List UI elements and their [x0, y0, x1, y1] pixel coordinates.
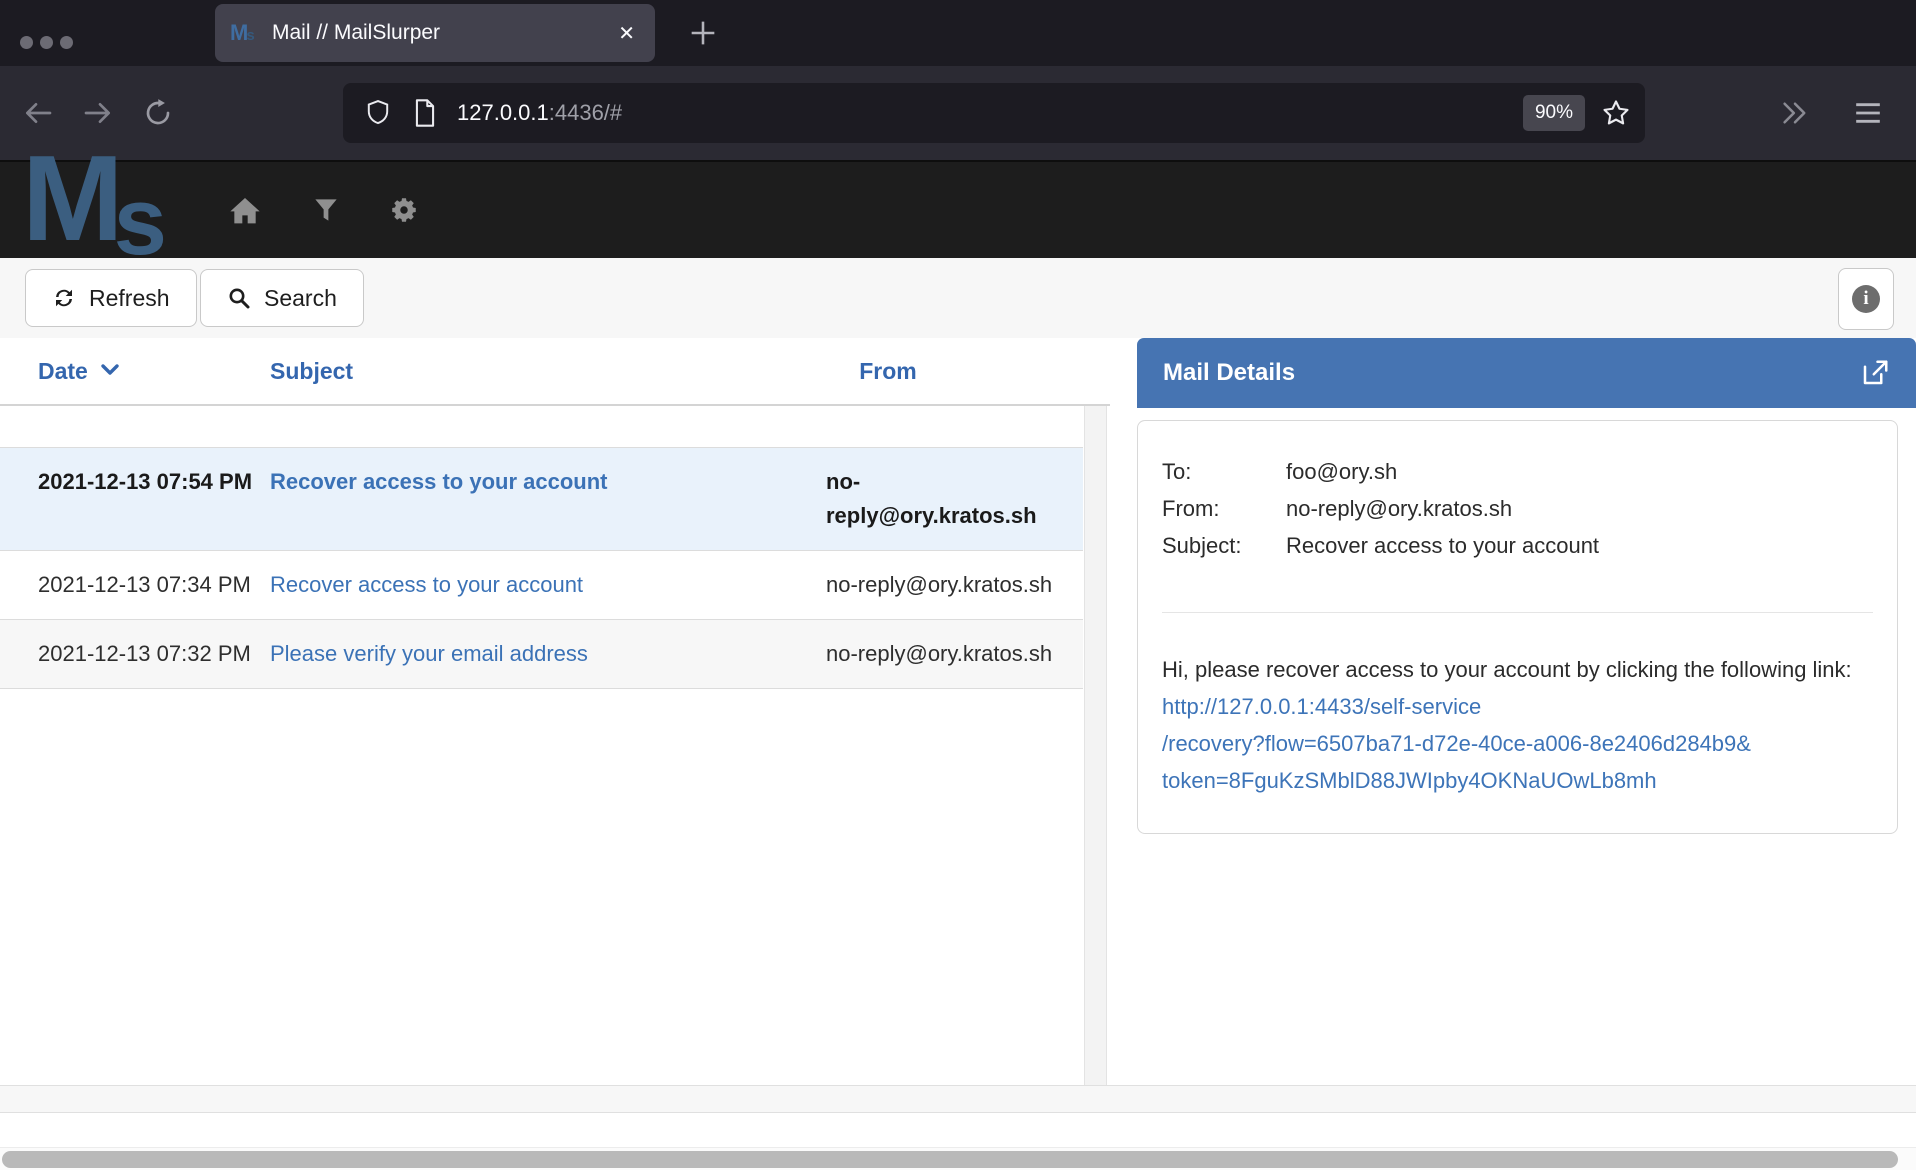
- horizontal-scrollbar-thumb[interactable]: [2, 1151, 1898, 1168]
- browser-tab-bar: Ms Mail // MailSlurper ✕: [0, 0, 1916, 66]
- tab-close-icon[interactable]: ✕: [618, 21, 635, 46]
- table-row[interactable]: 2021-12-13 07:34 PM Recover access to yo…: [0, 551, 1083, 620]
- recovery-link[interactable]: http://127.0.0.1:4433/self-service/recov…: [1162, 694, 1868, 799]
- cell-from: no-reply@ory.kratos.sh: [826, 465, 1057, 533]
- mail-list-header: Date Subject From: [0, 338, 1110, 406]
- bookmark-star-icon[interactable]: [1601, 98, 1631, 128]
- url-text[interactable]: 127.0.0.1:4436/#: [457, 100, 1523, 126]
- window-controls[interactable]: [20, 36, 73, 49]
- cell-subject: Please verify your email address: [270, 637, 826, 671]
- screen: Ms Mail // MailSlurper ✕ 127.0.0.1:4436/…: [0, 0, 1916, 1170]
- horizontal-scrollbar-track[interactable]: [0, 1147, 1916, 1170]
- search-label: Search: [264, 285, 337, 312]
- window-control-dot[interactable]: [60, 36, 73, 49]
- meta-from: From: no-reply@ory.kratos.sh: [1162, 490, 1873, 527]
- list-scrollbar-track[interactable]: [1084, 406, 1107, 1085]
- app-toolbar: Refresh Search i: [0, 258, 1916, 338]
- mail-subject-link[interactable]: Recover access to your account: [270, 572, 583, 597]
- from-label: From:: [1162, 490, 1286, 527]
- mail-details-panel: Mail Details To: foo@ory.sh From: no-rep…: [1110, 338, 1916, 1085]
- mailslurper-header: Ms: [0, 160, 1916, 258]
- cell-from: no-reply@ory.kratos.sh: [826, 637, 1057, 671]
- search-icon: [227, 286, 251, 310]
- to-label: To:: [1162, 453, 1286, 490]
- refresh-button[interactable]: Refresh: [25, 269, 197, 327]
- meta-to: To: foo@ory.sh: [1162, 453, 1873, 490]
- url-bar[interactable]: 127.0.0.1:4436/# 90%: [343, 83, 1645, 143]
- reload-icon[interactable]: [142, 97, 174, 129]
- refresh-icon: [52, 286, 76, 310]
- cell-subject: Recover access to your account: [270, 465, 826, 533]
- window-control-dot[interactable]: [40, 36, 53, 49]
- page-info-icon[interactable]: [413, 98, 437, 128]
- new-tab-button[interactable]: [686, 16, 720, 50]
- mail-details-header: Mail Details: [1137, 338, 1916, 408]
- mail-subject-link[interactable]: Please verify your email address: [270, 641, 588, 666]
- logo-m: M: [22, 130, 120, 266]
- url-host: 127.0.0.1: [457, 100, 549, 125]
- main-content: Date Subject From 2021-12-13 07:54 PM Re…: [0, 338, 1916, 1085]
- mail-details-card: To: foo@ory.sh From: no-reply@ory.kratos…: [1137, 420, 1898, 834]
- cell-subject: Recover access to your account: [270, 568, 826, 602]
- refresh-label: Refresh: [89, 285, 170, 312]
- to-value: foo@ory.sh: [1286, 453, 1397, 490]
- mailslurper-logo: Ms: [22, 150, 167, 270]
- table-row[interactable]: 2021-12-13 07:54 PM Recover access to yo…: [0, 448, 1083, 551]
- mail-body: Hi, please recover access to your accoun…: [1162, 651, 1868, 799]
- browser-tab[interactable]: Ms Mail // MailSlurper ✕: [215, 4, 655, 62]
- mail-list-panel: Date Subject From 2021-12-13 07:54 PM Re…: [0, 338, 1110, 1085]
- home-icon[interactable]: [229, 195, 261, 225]
- filter-icon[interactable]: [313, 196, 339, 224]
- footer-strip-white: [0, 1114, 1916, 1147]
- sort-desc-chevron-icon: [100, 362, 120, 378]
- card-divider: [1162, 612, 1873, 613]
- open-external-icon[interactable]: [1860, 358, 1890, 388]
- search-button[interactable]: Search: [200, 269, 364, 327]
- browser-nav-bar: 127.0.0.1:4436/# 90%: [0, 66, 1916, 160]
- url-path: :4436/#: [549, 100, 622, 125]
- meta-subject: Subject: Recover access to your account: [1162, 527, 1873, 564]
- forward-icon[interactable]: [82, 97, 114, 129]
- tab-title: Mail // MailSlurper: [272, 21, 606, 45]
- shield-icon[interactable]: [365, 98, 391, 128]
- column-header-from[interactable]: From: [826, 358, 1110, 385]
- table-row[interactable]: 2021-12-13 07:32 PM Please verify your e…: [0, 620, 1083, 689]
- column-header-date[interactable]: Date: [38, 358, 270, 385]
- subject-value: Recover access to your account: [1286, 527, 1599, 564]
- subject-label: Subject:: [1162, 527, 1286, 564]
- cell-date: 2021-12-13 07:54 PM: [38, 465, 270, 533]
- cell-from: no-reply@ory.kratos.sh: [826, 568, 1057, 602]
- cell-date: 2021-12-13 07:34 PM: [38, 568, 270, 602]
- menu-hamburger-icon[interactable]: [1852, 100, 1884, 126]
- back-icon[interactable]: [22, 97, 54, 129]
- info-button[interactable]: i: [1838, 268, 1894, 330]
- mail-body-text: Hi, please recover access to your accoun…: [1162, 657, 1852, 682]
- mail-details-title: Mail Details: [1163, 359, 1860, 387]
- info-icon: i: [1852, 285, 1880, 313]
- from-value: no-reply@ory.kratos.sh: [1286, 490, 1512, 527]
- footer-strip: [0, 1085, 1916, 1113]
- column-header-subject[interactable]: Subject: [270, 358, 826, 385]
- mail-subject-link[interactable]: Recover access to your account: [270, 469, 607, 494]
- mail-rows: 2021-12-13 07:54 PM Recover access to yo…: [0, 447, 1083, 689]
- zoom-level-badge[interactable]: 90%: [1523, 95, 1585, 131]
- mailslurper-favicon-icon: Ms: [230, 20, 260, 46]
- overflow-chevrons-icon[interactable]: [1780, 100, 1810, 126]
- cell-date: 2021-12-13 07:32 PM: [38, 637, 270, 671]
- settings-gear-icon[interactable]: [389, 195, 419, 225]
- window-control-dot[interactable]: [20, 36, 33, 49]
